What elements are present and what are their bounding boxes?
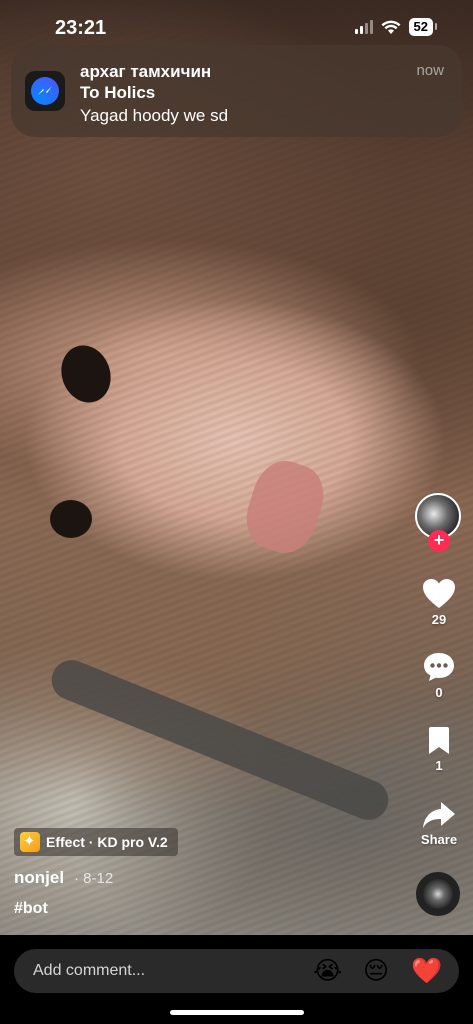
comment-placeholder: Add comment...: [33, 962, 146, 979]
effect-sparkle-icon: [20, 832, 40, 852]
post-date: · 8-12: [74, 870, 114, 887]
hashtag-link[interactable]: #bot: [14, 900, 48, 918]
effect-badge[interactable]: Effect · KD pro V.2: [14, 828, 178, 856]
comment-action[interactable]: 0: [412, 651, 466, 700]
notification-message: Yagad hoody we sd: [80, 106, 229, 125]
pensive-emoji-button[interactable]: 😔: [362, 957, 390, 985]
bookmark-icon[interactable]: [426, 726, 452, 756]
notification-time: now: [416, 62, 444, 79]
follow-button[interactable]: +: [428, 530, 450, 552]
messenger-icon: [31, 77, 59, 105]
crying-emoji-button[interactable]: 😭: [313, 957, 342, 985]
video-frame[interactable]: [0, 0, 473, 935]
home-indicator[interactable]: [170, 1010, 304, 1015]
heart-emoji-button[interactable]: ❤️: [411, 957, 442, 985]
notification-banner[interactable]: архаг тамхичин To Holics Yagad hoody we …: [11, 45, 462, 137]
comment-count: 0: [435, 685, 443, 700]
wifi-icon: [381, 20, 401, 34]
plus-icon: +: [433, 530, 445, 550]
app-icon-container: [25, 71, 65, 111]
comment-input[interactable]: Add comment... 😭 😔 ❤️: [14, 949, 459, 993]
battery-indicator: 52: [408, 18, 438, 36]
video-texture: [0, 0, 473, 935]
comment-bubble-icon[interactable]: [422, 651, 456, 683]
bookmark-count: 1: [435, 758, 443, 773]
notification-group: To Holics: [80, 83, 156, 102]
effect-label: Effect · KD pro V.2: [46, 834, 168, 850]
bookmark-action[interactable]: 1: [412, 726, 466, 773]
author-username[interactable]: nonjel: [14, 868, 64, 888]
share-label: Share: [420, 832, 458, 847]
status-time: 23:21: [55, 17, 107, 39]
music-disc-icon[interactable]: [416, 872, 460, 916]
share-arrow-icon[interactable]: [422, 800, 456, 830]
notification-sender: архаг тамхичин: [80, 62, 212, 81]
status-icons: 52: [354, 18, 438, 36]
heart-icon[interactable]: [422, 578, 456, 610]
share-action[interactable]: Share: [412, 800, 466, 847]
cellular-signal-icon: [354, 20, 373, 34]
like-count: 29: [431, 612, 447, 627]
like-action[interactable]: 29: [412, 578, 466, 627]
video-eye-right: [50, 500, 92, 538]
